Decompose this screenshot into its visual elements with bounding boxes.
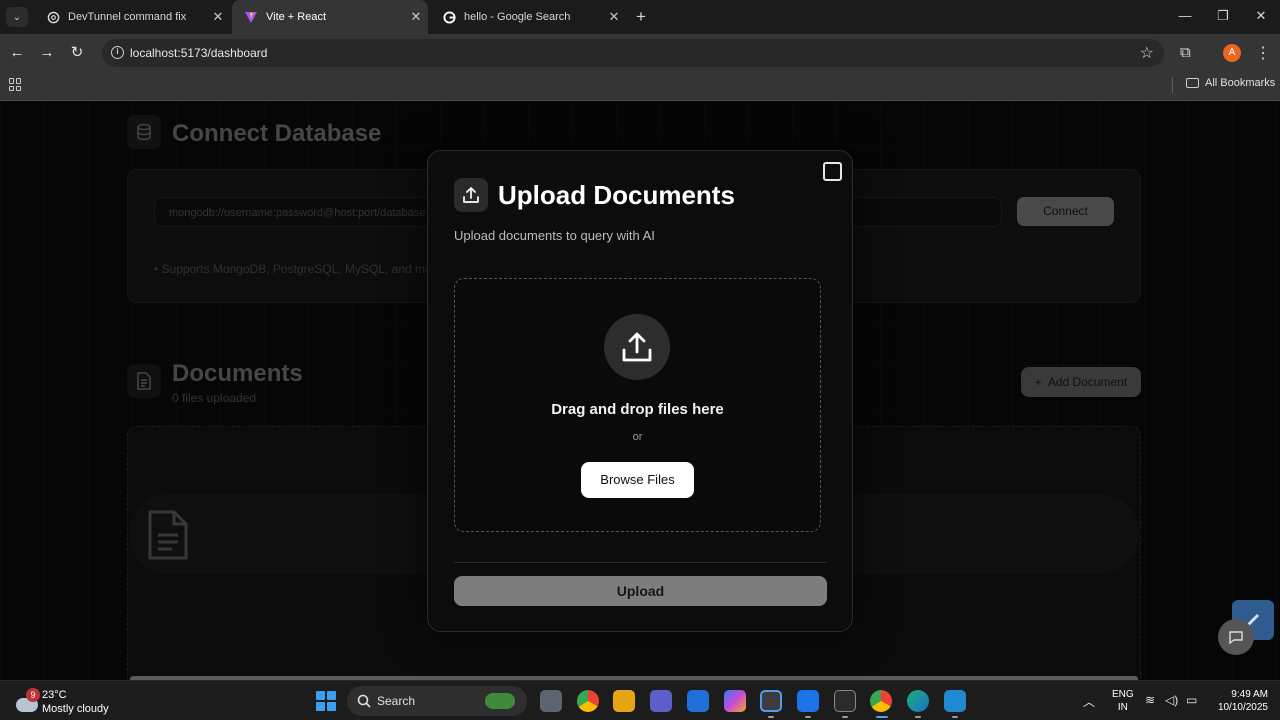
tab-title: DevTunnel command fix bbox=[68, 11, 187, 23]
browser-chrome: ⌄ DevTunnel command fix ✕ Vite + React ✕… bbox=[0, 0, 1280, 101]
extensions-icon[interactable]: ⧉ bbox=[1180, 44, 1191, 61]
running-indicator bbox=[842, 716, 848, 718]
clock-time: 9:49 AM bbox=[1231, 689, 1268, 700]
vite-icon bbox=[244, 10, 258, 24]
chevron-up-icon[interactable]: ︿ bbox=[1083, 693, 1095, 710]
reload-button[interactable]: ↻ bbox=[66, 42, 88, 64]
chat-icon[interactable] bbox=[1218, 619, 1254, 655]
language-indicator[interactable]: ENG IN bbox=[1112, 688, 1134, 714]
running-indicator bbox=[915, 716, 921, 718]
azure-icon[interactable] bbox=[687, 690, 709, 712]
all-bookmarks-label: All Bookmarks bbox=[1205, 77, 1276, 89]
bookmarks-divider bbox=[1172, 77, 1173, 93]
apps-grid-icon[interactable] bbox=[9, 78, 22, 91]
notification-badge: 9 bbox=[26, 688, 40, 702]
clock-date: 10/10/2025 bbox=[1217, 702, 1268, 713]
menu-icon[interactable]: ⋮ bbox=[1255, 43, 1271, 63]
upload-icon bbox=[454, 178, 488, 212]
search-icon bbox=[357, 694, 371, 708]
taskbar-search[interactable]: Search bbox=[347, 686, 527, 716]
bookmark-star-icon[interactable]: ☆ bbox=[1140, 43, 1154, 63]
profile-avatar[interactable]: A bbox=[1223, 44, 1241, 62]
chrome-icon[interactable] bbox=[577, 690, 599, 712]
task-view-icon[interactable] bbox=[540, 690, 562, 712]
wifi-icon[interactable]: ≋ bbox=[1145, 693, 1155, 707]
modal-title: Upload Documents bbox=[498, 180, 735, 210]
search-highlight-icon bbox=[485, 693, 515, 709]
vscode-icon[interactable] bbox=[944, 690, 966, 712]
back-button[interactable]: ← bbox=[6, 42, 28, 64]
folder-icon bbox=[1186, 78, 1199, 88]
bookmarks-bar bbox=[0, 72, 1280, 101]
store-icon[interactable] bbox=[760, 690, 782, 712]
battery-icon[interactable]: ▭ bbox=[1186, 693, 1197, 707]
maximize-button[interactable]: ❐ bbox=[1204, 0, 1242, 34]
running-indicator bbox=[768, 716, 774, 718]
close-tab-icon[interactable]: ✕ bbox=[602, 9, 626, 25]
close-window-button[interactable]: ✕ bbox=[1242, 0, 1280, 34]
tab-vite-react[interactable]: Vite + React ✕ bbox=[232, 0, 428, 34]
site-info-icon[interactable]: i bbox=[111, 46, 124, 59]
tab-title: Vite + React bbox=[266, 11, 327, 23]
running-indicator bbox=[805, 716, 811, 718]
file-dropzone[interactable]: Drag and drop files here or Browse Files bbox=[454, 278, 821, 532]
language-code: ENG bbox=[1112, 689, 1134, 700]
upload-icon bbox=[604, 314, 670, 380]
chrome-active-icon[interactable] bbox=[870, 690, 892, 712]
edge-icon[interactable] bbox=[907, 690, 929, 712]
upload-button[interactable]: Upload bbox=[454, 576, 827, 606]
modal-divider bbox=[454, 562, 827, 563]
running-indicator bbox=[952, 716, 958, 718]
active-indicator bbox=[876, 716, 888, 718]
close-icon[interactable] bbox=[823, 162, 842, 181]
tab-google-search[interactable]: hello - Google Search ✕ bbox=[430, 0, 626, 34]
chatgpt-icon bbox=[46, 10, 60, 24]
tab-title: hello - Google Search bbox=[464, 11, 571, 23]
system-clock[interactable]: 9:49 AM 10/10/2025 bbox=[1210, 688, 1268, 714]
url-text: localhost:5173/dashboard bbox=[130, 46, 268, 60]
modal-subtitle: Upload documents to query with AI bbox=[454, 228, 655, 243]
close-tab-icon[interactable]: ✕ bbox=[206, 9, 230, 25]
windows-start-icon[interactable] bbox=[316, 691, 336, 711]
terminal-icon[interactable] bbox=[834, 690, 856, 712]
forward-button[interactable]: → bbox=[36, 42, 58, 64]
region-code: IN bbox=[1117, 702, 1128, 713]
all-bookmarks-button[interactable]: All Bookmarks bbox=[1186, 77, 1275, 89]
outlook-icon[interactable] bbox=[797, 690, 819, 712]
new-tab-button[interactable]: + bbox=[630, 7, 652, 27]
tab-search-button[interactable]: ⌄ bbox=[6, 7, 28, 27]
teams-icon[interactable] bbox=[650, 690, 672, 712]
google-icon bbox=[442, 10, 456, 24]
minimize-button[interactable]: — bbox=[1166, 0, 1204, 34]
volume-icon[interactable]: ◁) bbox=[1165, 693, 1178, 707]
drop-instructions: Drag and drop files here bbox=[551, 401, 724, 418]
temperature: 23°C bbox=[42, 689, 67, 701]
tab-devtunnel[interactable]: DevTunnel command fix ✕ bbox=[34, 0, 230, 34]
browse-files-button[interactable]: Browse Files bbox=[581, 462, 694, 498]
copilot-icon[interactable] bbox=[724, 690, 746, 712]
address-bar[interactable]: i localhost:5173/dashboard ☆ bbox=[102, 39, 1164, 67]
upload-modal: Upload Documents Upload documents to que… bbox=[427, 150, 853, 632]
or-separator: or bbox=[632, 431, 643, 443]
file-explorer-icon[interactable] bbox=[613, 690, 635, 712]
weather-condition: Mostly cloudy bbox=[42, 703, 109, 715]
search-label: Search bbox=[377, 694, 416, 708]
close-tab-icon[interactable]: ✕ bbox=[404, 9, 428, 25]
taskbar: 9 23°C Mostly cloudy Search ︿ ENG IN ≋ ◁… bbox=[0, 680, 1280, 720]
